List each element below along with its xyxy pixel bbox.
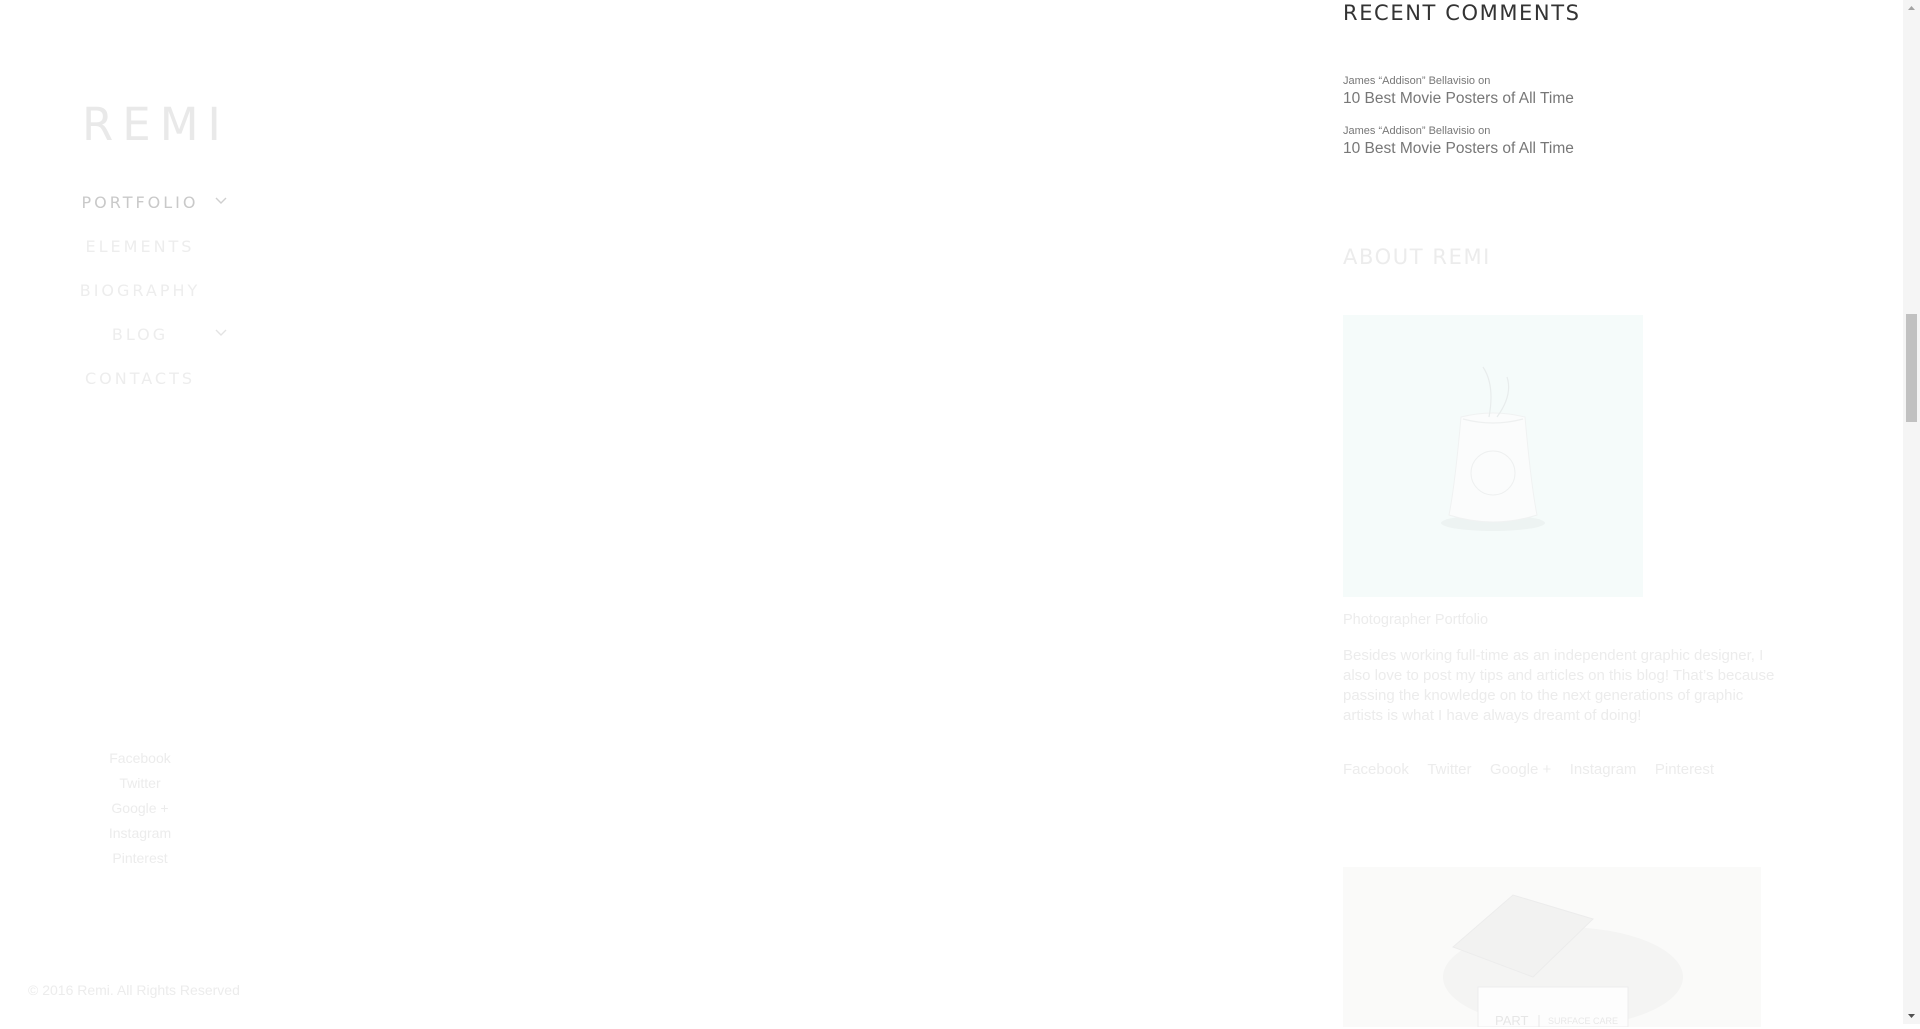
promo-label-right: SURFACE CARE	[1548, 1016, 1618, 1026]
scroll-thumb[interactable]	[1906, 314, 1917, 422]
comment-on-word: on	[1478, 125, 1491, 137]
product-illustration: PART SURFACE CARE	[1343, 867, 1761, 1027]
nav-item-contacts[interactable]: CONTACTS	[0, 362, 280, 406]
social-link-twitter[interactable]: Twitter	[1427, 761, 1471, 778]
recent-comments-title: RECENT COMMENTS	[1343, 1, 1581, 25]
site-logo[interactable]: REMI	[82, 98, 230, 151]
social-link-twitter[interactable]: Twitter	[0, 771, 280, 796]
about-text: Besides working full-time as an independ…	[1343, 647, 1775, 724]
scroll-down-button[interactable]	[1903, 1007, 1920, 1024]
nav-item-portfolio[interactable]: PORTFOLIO	[0, 186, 280, 230]
about-image	[1343, 315, 1643, 597]
social-link-facebook[interactable]: Facebook	[0, 746, 280, 771]
main-nav: PORTFOLIO ELEMENTS BIOGRAPHY BLOG CONTAC…	[0, 186, 280, 406]
social-link-google-plus[interactable]: Google +	[0, 796, 280, 821]
comment-post-link[interactable]: 10 Best Movie Posters of All Time	[1343, 139, 1783, 159]
triangle-up-icon	[1908, 6, 1915, 10]
comment-on-word: on	[1478, 75, 1491, 87]
comment-post-link[interactable]: 10 Best Movie Posters of All Time	[1343, 89, 1783, 109]
triangle-down-icon	[1908, 1014, 1915, 1018]
vertical-scrollbar[interactable]	[1903, 0, 1920, 1024]
social-link-pinterest[interactable]: Pinterest	[0, 846, 280, 871]
nav-item-label: BIOGRAPHY	[79, 281, 201, 300]
social-link-pinterest[interactable]: Pinterest	[1655, 761, 1714, 778]
sidebar: REMI PORTFOLIO ELEMENTS BIOGRAPHY BLOG C…	[0, 0, 280, 1024]
about-title: ABOUT REMI	[1343, 245, 1491, 269]
about-caption: Photographer Portfolio	[1343, 612, 1489, 628]
social-link-facebook[interactable]: Facebook	[1343, 761, 1409, 778]
pouch-illustration	[1343, 315, 1643, 597]
sidebar-social-links: Facebook Twitter Google + Instagram Pint…	[0, 746, 280, 871]
comment-item: James “Addison” Bellavisio on 10 Best Mo…	[1343, 73, 1783, 109]
comment-meta: James “Addison” Bellavisio on	[1343, 73, 1783, 89]
scroll-up-button[interactable]	[1903, 0, 1920, 17]
nav-item-label: PORTFOLIO	[81, 193, 199, 212]
nav-item-blog[interactable]: BLOG	[0, 318, 280, 362]
promo-label-left: PART	[1495, 1013, 1529, 1027]
comment-meta: James “Addison” Bellavisio on	[1343, 123, 1783, 139]
social-link-instagram[interactable]: Instagram	[0, 821, 280, 846]
chevron-down-icon[interactable]	[214, 194, 228, 208]
comment-author[interactable]: James “Addison” Bellavisio	[1343, 75, 1475, 87]
comment-author[interactable]: James “Addison” Bellavisio	[1343, 125, 1475, 137]
about-social-links: Facebook Twitter Google + Instagram Pint…	[1343, 761, 1728, 779]
nav-item-label: ELEMENTS	[85, 237, 195, 256]
nav-item-label: CONTACTS	[84, 369, 196, 388]
copyright: © 2016 Remi. All Rights Reserved	[28, 982, 240, 998]
promo-image[interactable]: PART SURFACE CARE	[1343, 867, 1761, 1027]
nav-item-biography[interactable]: BIOGRAPHY	[0, 274, 280, 318]
chevron-down-icon[interactable]	[214, 326, 228, 340]
comment-item: James “Addison” Bellavisio on 10 Best Mo…	[1343, 123, 1783, 159]
social-link-instagram[interactable]: Instagram	[1570, 761, 1637, 778]
social-link-google-plus[interactable]: Google +	[1490, 761, 1551, 778]
nav-item-label: BLOG	[111, 325, 169, 344]
nav-item-elements[interactable]: ELEMENTS	[0, 230, 280, 274]
